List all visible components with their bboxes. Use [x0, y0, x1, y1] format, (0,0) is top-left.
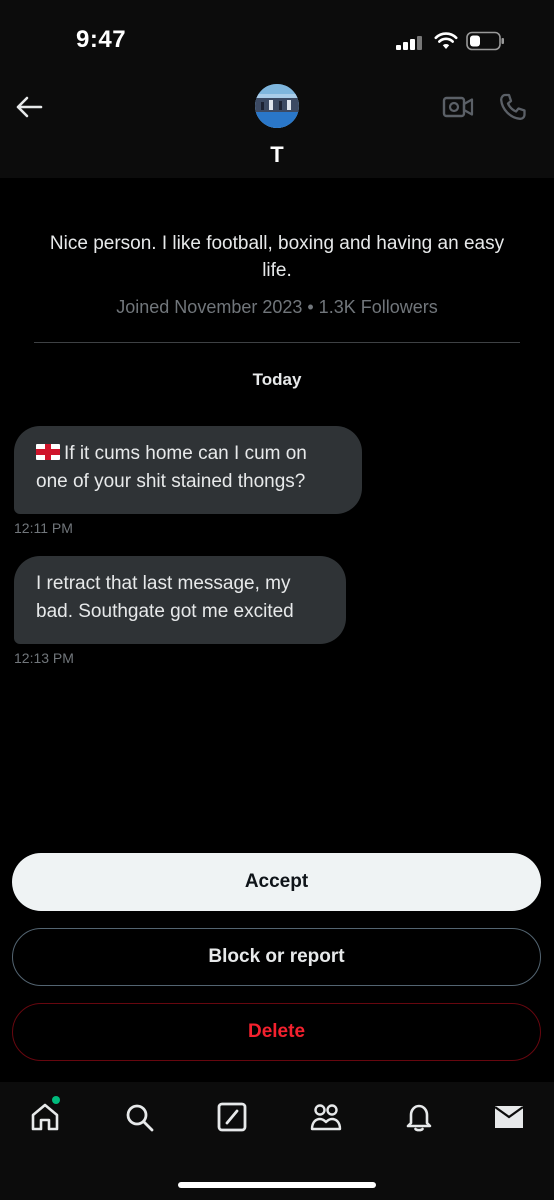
divider [34, 342, 520, 343]
status-bar: 9:47 [0, 0, 554, 80]
video-call-button[interactable] [442, 94, 474, 120]
notifications-icon [406, 1104, 432, 1132]
battery-icon [466, 31, 506, 51]
phone-icon [500, 93, 526, 120]
home-icon [31, 1103, 59, 1131]
wifi-icon [434, 32, 458, 50]
message-timestamp: 12:13 PM [14, 650, 74, 666]
grok-icon [217, 1102, 247, 1132]
bottom-tab-bar [0, 1082, 554, 1200]
conversation-header: T [0, 80, 554, 178]
search-icon [126, 1104, 154, 1132]
message-timestamp: 12:11 PM [14, 520, 73, 536]
accept-button[interactable]: Accept [12, 853, 541, 911]
tab-notifications[interactable] [402, 1100, 436, 1134]
message-text: If it cums home can I cum on one of your… [36, 443, 307, 492]
tab-home[interactable] [28, 1100, 62, 1134]
avatar[interactable] [255, 84, 299, 128]
tab-communities[interactable] [309, 1100, 343, 1134]
message-bubble[interactable]: I retract that last message, my bad. Sou… [14, 556, 346, 644]
video-camera-icon [442, 96, 474, 118]
arrow-left-icon [16, 96, 43, 118]
cellular-signal-icon [396, 34, 424, 50]
profile-meta: Joined November 2023 • 1.3K Followers [116, 297, 438, 317]
england-flag-icon [36, 444, 60, 460]
tab-messages[interactable] [492, 1100, 526, 1134]
message-text: I retract that last message, my bad. Sou… [36, 573, 294, 622]
message-bubble[interactable]: If it cums home can I cum on one of your… [14, 426, 362, 514]
messages-icon [494, 1106, 524, 1128]
tab-search[interactable] [122, 1100, 156, 1134]
unread-indicator-dot [52, 1096, 60, 1104]
back-button[interactable] [12, 92, 46, 122]
home-indicator[interactable] [178, 1182, 376, 1188]
block-or-report-button[interactable]: Block or report [12, 928, 541, 986]
contact-name[interactable]: T [0, 142, 554, 168]
delete-button[interactable]: Delete [12, 1003, 541, 1061]
date-separator: Today [252, 370, 302, 389]
tab-grok[interactable] [215, 1100, 249, 1134]
profile-bio: Nice person. I like football, boxing and… [49, 233, 505, 281]
voice-call-button[interactable] [498, 92, 528, 122]
status-time: 9:47 [76, 26, 127, 53]
communities-icon [310, 1104, 342, 1131]
